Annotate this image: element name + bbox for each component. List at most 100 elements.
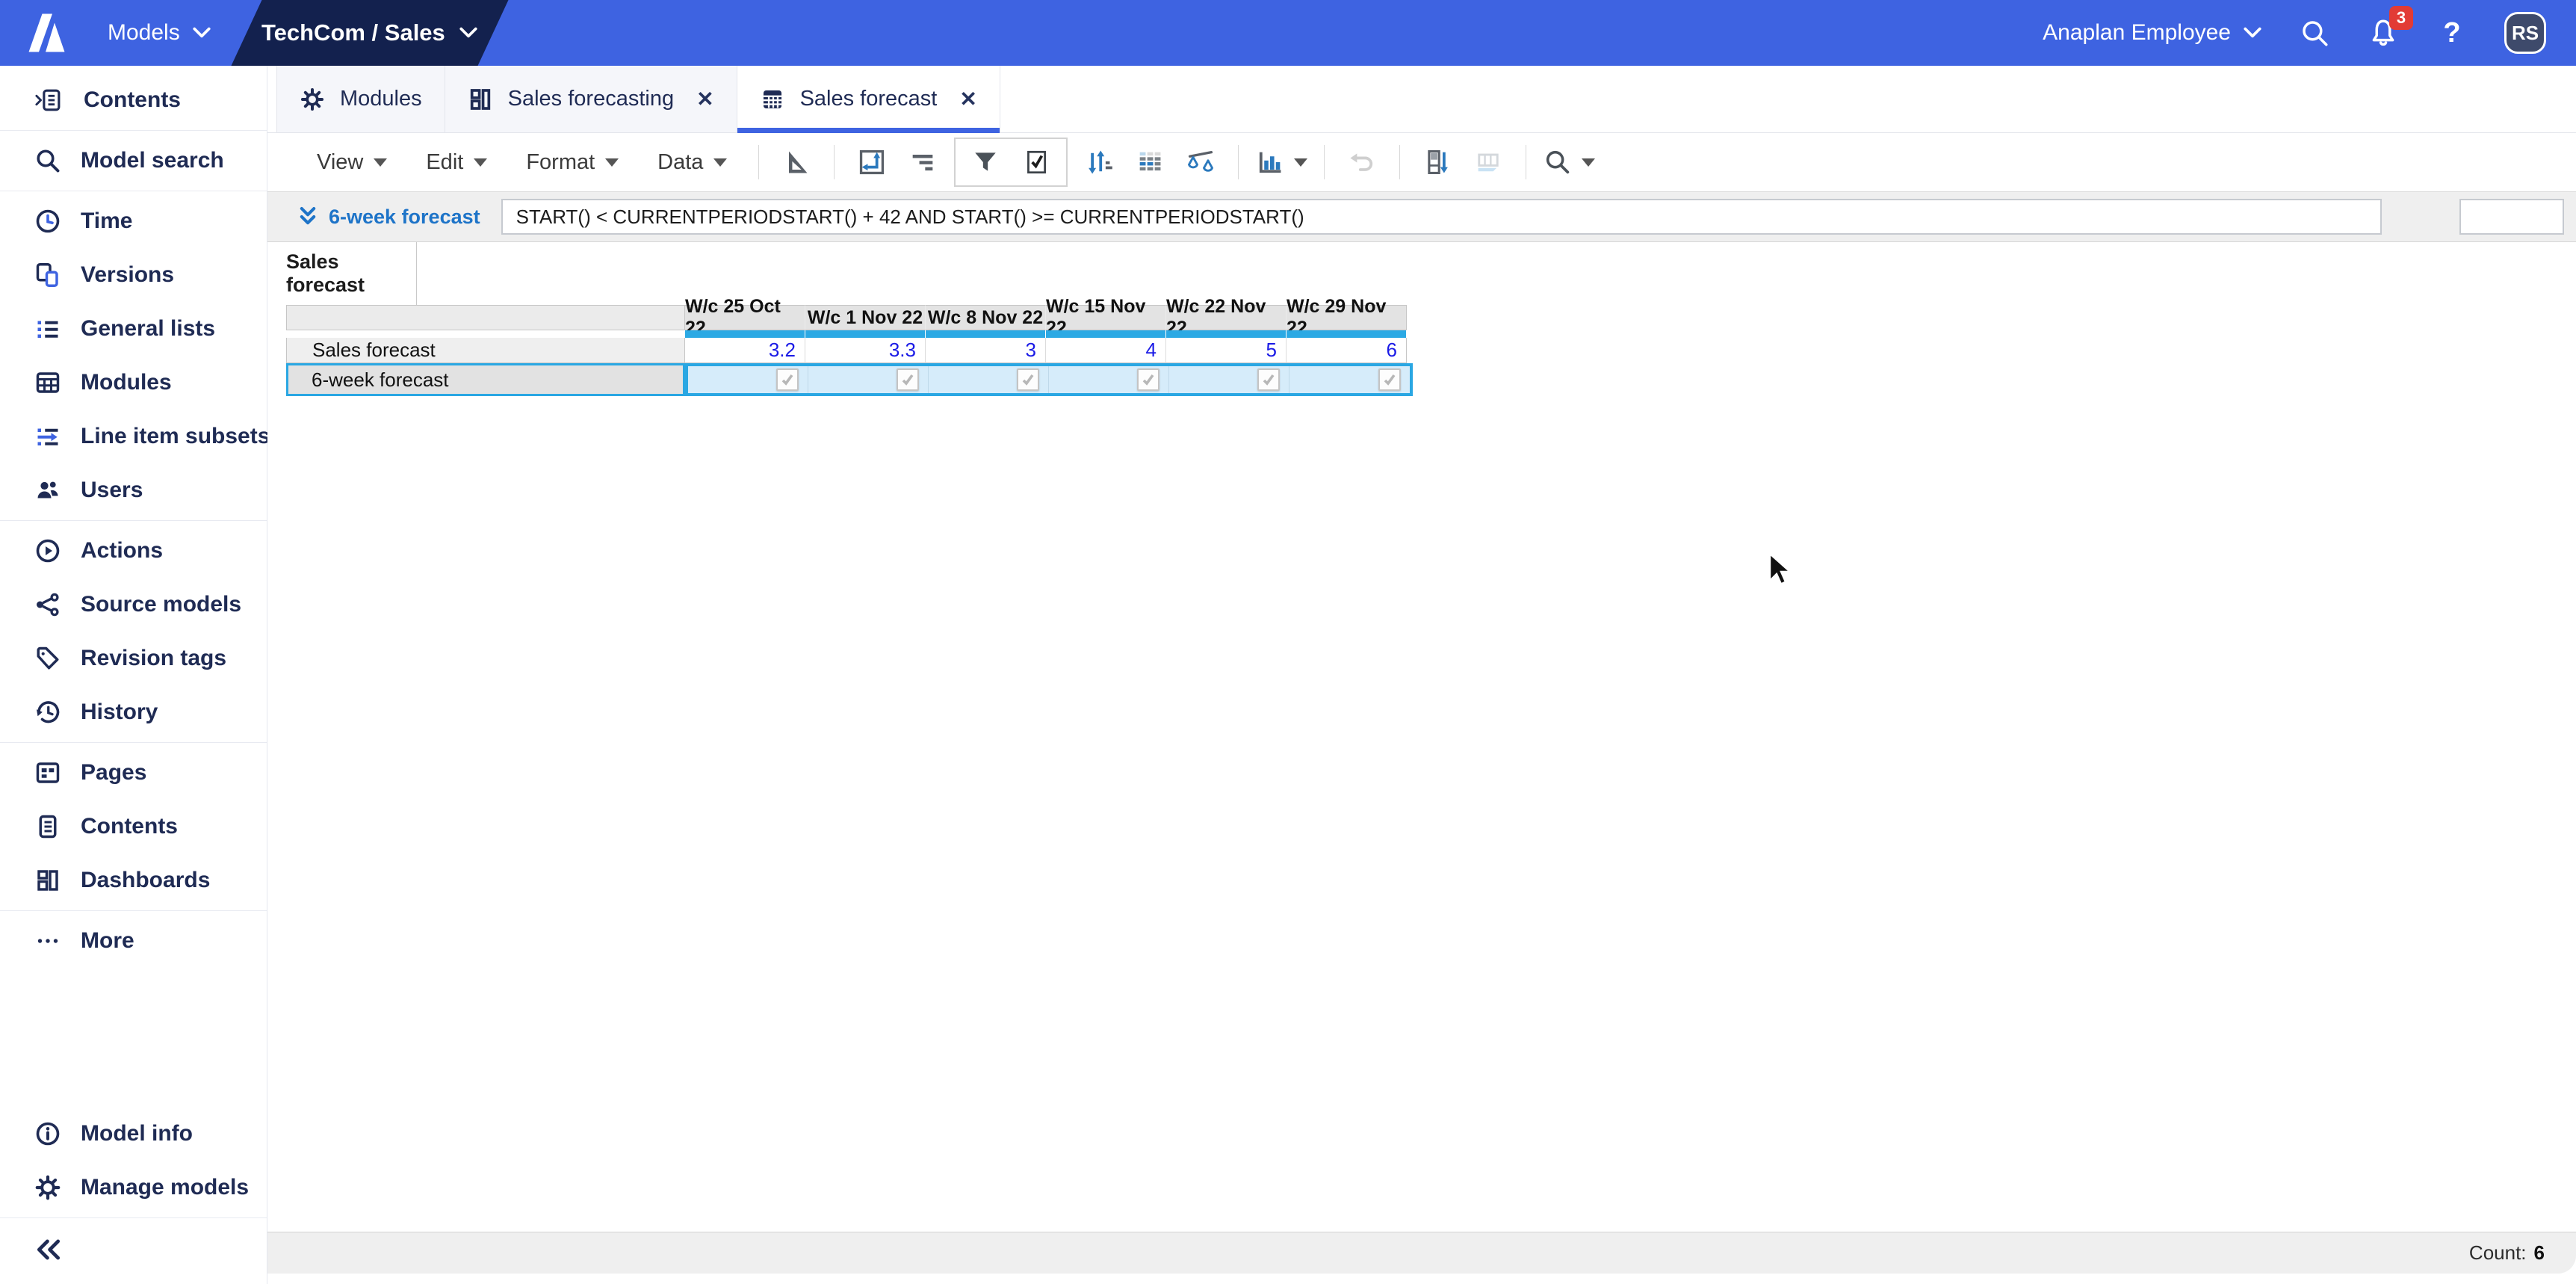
grid-cell[interactable]: 3.2: [685, 338, 805, 363]
help-button[interactable]: ?: [2436, 16, 2468, 49]
caret-down-icon: [713, 158, 728, 167]
checkbox-checked-icon[interactable]: [1137, 368, 1159, 391]
sidebar-item-source-models[interactable]: Source models: [0, 578, 267, 632]
models-menu[interactable]: Models: [108, 20, 211, 46]
sidebar-item-time[interactable]: Time: [0, 194, 267, 248]
column-header[interactable]: W/c 15 Nov 22: [1046, 296, 1166, 339]
column-header[interactable]: W/c 25 Oct 22: [685, 296, 805, 339]
checkbox-checked-icon[interactable]: [1257, 368, 1280, 391]
grid-cell-boolean[interactable]: [929, 366, 1049, 393]
tab-label: Sales forecasting: [507, 87, 675, 111]
grid-cell[interactable]: 5: [1166, 338, 1287, 363]
close-icon[interactable]: ✕: [696, 87, 713, 111]
sidebar-item-users[interactable]: Users: [0, 463, 267, 517]
card-icon: [1478, 153, 1499, 172]
sidebar-item-contents[interactable]: Contents: [0, 800, 267, 854]
grid-cell-boolean[interactable]: [808, 366, 929, 393]
sidebar-item-more[interactable]: More: [0, 914, 267, 968]
grid-cell-boolean[interactable]: [688, 366, 808, 393]
sidebar-item-manage-models[interactable]: Manage models: [0, 1161, 267, 1214]
tab-bar: Modules Sales forecasting ✕ Sales foreca…: [267, 66, 2576, 133]
formula-input[interactable]: START() < CURRENTPERIODSTART() + 42 AND …: [501, 199, 2382, 235]
divider: [0, 520, 267, 521]
pivot-button[interactable]: [850, 141, 894, 184]
row-header-selected[interactable]: 6-week forecast: [286, 363, 685, 396]
checkbox-checked-icon[interactable]: [776, 368, 799, 391]
search-icon: [1546, 150, 1570, 174]
find-button[interactable]: [1543, 147, 1596, 177]
table-row-selected: 6-week forecast: [286, 363, 2576, 396]
grid-corner-cell[interactable]: [286, 305, 685, 330]
menu-view[interactable]: View: [297, 150, 406, 175]
grid-cell-boolean[interactable]: [1169, 366, 1289, 393]
line-item-selector[interactable]: 6-week forecast: [297, 206, 480, 229]
boolean-checkbox-button[interactable]: [1015, 141, 1058, 184]
divider: [0, 130, 267, 131]
help-icon: ?: [2443, 16, 2461, 49]
row-header[interactable]: Sales forecast: [286, 338, 685, 363]
freeze-panes-button[interactable]: [1416, 141, 1459, 184]
sidebar-item-modules[interactable]: Modules: [0, 356, 267, 410]
sidebar-item-general-lists[interactable]: General lists: [0, 302, 267, 356]
grid-cell[interactable]: 4: [1046, 338, 1166, 363]
conditional-formatting-button[interactable]: [1128, 141, 1171, 184]
grid-section: W/c 25 Oct 22 W/c 1 Nov 22 W/c 8 Nov 22 …: [267, 296, 2576, 1232]
tab-sales-forecast[interactable]: Sales forecast ✕: [737, 66, 1000, 133]
toolbar: View Edit Format Data: [267, 133, 2576, 191]
undo-button-disabled[interactable]: [1340, 141, 1384, 184]
sidebar-collapse-button[interactable]: [0, 1221, 267, 1278]
sidebar-item-dashboards[interactable]: Dashboards: [0, 854, 267, 907]
grid-cell[interactable]: 3: [926, 338, 1046, 363]
formula-bar-side-box[interactable]: [2459, 199, 2564, 235]
checkbox-checked-icon[interactable]: [1017, 368, 1039, 391]
sidebar-item-revision-tags[interactable]: Revision tags: [0, 632, 267, 685]
notifications-button[interactable]: 3: [2367, 6, 2413, 49]
search-button[interactable]: [2298, 16, 2331, 49]
column-selected-indicator: [1287, 330, 1406, 338]
column-selected-indicator: [1166, 330, 1286, 338]
pivot-icon: [860, 149, 885, 175]
menu-data[interactable]: Data: [638, 150, 746, 175]
sidebar-item-model-search[interactable]: Model search: [0, 134, 267, 188]
sidebar: Contents Model search Time Versions Gene…: [0, 66, 270, 1284]
card-button-disabled[interactable]: [1467, 141, 1510, 184]
user-menu[interactable]: Anaplan Employee: [2043, 20, 2262, 46]
column-header[interactable]: W/c 8 Nov 22: [926, 305, 1046, 330]
chart-button[interactable]: [1255, 147, 1308, 177]
tab-modules[interactable]: Modules: [276, 66, 445, 132]
close-icon[interactable]: ✕: [959, 87, 976, 111]
column-header[interactable]: W/c 1 Nov 22: [805, 305, 926, 330]
current-model-tab[interactable]: TechCom / Sales: [231, 0, 509, 66]
checkbox-checked-icon[interactable]: [1378, 368, 1401, 391]
select-tool-button[interactable]: [775, 141, 818, 184]
scales-icon: [1188, 151, 1214, 172]
chevron-down-icon: [2244, 27, 2261, 38]
divider: [0, 1217, 267, 1218]
sidebar-item-history[interactable]: History: [0, 685, 267, 739]
chevron-down-icon: [193, 27, 211, 38]
column-header[interactable]: W/c 22 Nov 22: [1166, 296, 1287, 339]
sidebar-item-model-info[interactable]: Model info: [0, 1107, 267, 1161]
sidebar-item-actions[interactable]: Actions: [0, 524, 267, 578]
sort-button[interactable]: [1077, 141, 1121, 184]
menu-edit[interactable]: Edit: [406, 150, 507, 175]
sidebar-item-contents-top[interactable]: Contents: [0, 73, 267, 127]
grid-cell-boolean[interactable]: [1049, 366, 1169, 393]
sidebar-item-line-item-subsets[interactable]: Line item subsets: [0, 410, 270, 463]
compare-button[interactable]: [1179, 141, 1222, 184]
menu-format[interactable]: Format: [507, 150, 638, 175]
column-selection-strip: [286, 330, 2576, 338]
view-tab-sales-forecast[interactable]: Sales forecast: [286, 242, 417, 305]
avatar[interactable]: RS: [2504, 12, 2546, 54]
column-header[interactable]: W/c 29 Nov 22: [1287, 296, 1407, 339]
tab-sales-forecasting[interactable]: Sales forecasting ✕: [445, 66, 737, 132]
grid-cell[interactable]: 3.3: [805, 338, 926, 363]
grid-cell-boolean[interactable]: [1289, 366, 1410, 393]
filter-button[interactable]: [964, 141, 1007, 184]
hierarchy-levels-button[interactable]: [901, 141, 944, 184]
grid-cell[interactable]: 6: [1287, 338, 1407, 363]
filter-group: [954, 138, 1068, 187]
sidebar-item-versions[interactable]: Versions: [0, 248, 267, 302]
sidebar-item-pages[interactable]: Pages: [0, 746, 267, 800]
checkbox-checked-icon[interactable]: [897, 368, 919, 391]
